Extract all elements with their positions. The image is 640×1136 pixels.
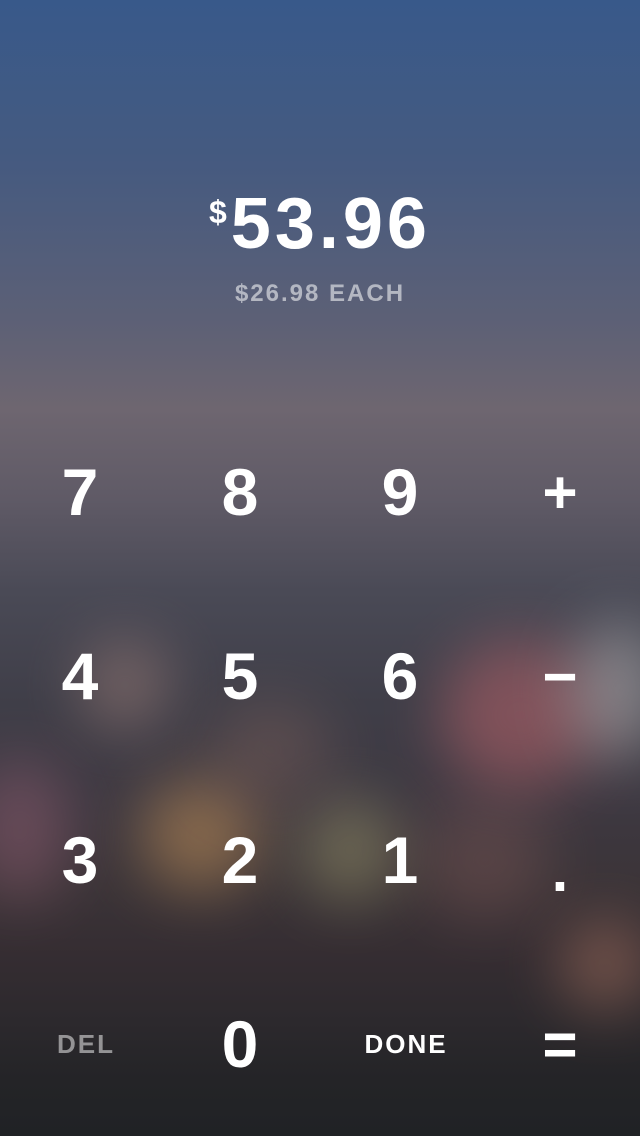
key-0[interactable]: 0 — [160, 952, 320, 1136]
key-5[interactable]: 5 — [160, 584, 320, 768]
currency-symbol: $ — [209, 194, 227, 230]
key-4[interactable]: 4 — [0, 584, 160, 768]
key-9[interactable]: 9 — [320, 400, 480, 584]
done-button[interactable]: DONE — [320, 952, 492, 1136]
key-6[interactable]: 6 — [320, 584, 480, 768]
amount-display: $ 53.96 $26.98 EACH — [0, 180, 640, 308]
per-person-amount: $26.98 EACH — [234, 280, 406, 307]
keypad: 7 8 9 + 4 5 6 − 3 2 1 . DEL 0 DONE = — [0, 400, 640, 1136]
key-2[interactable]: 2 — [160, 768, 320, 952]
key-decimal[interactable]: . — [480, 768, 640, 952]
key-minus[interactable]: − — [480, 584, 640, 768]
key-7[interactable]: 7 — [0, 400, 160, 584]
key-equals[interactable]: = — [480, 952, 640, 1136]
total-row: $ 53.96 — [209, 180, 431, 268]
delete-button[interactable]: DEL — [0, 952, 172, 1136]
key-plus[interactable]: + — [480, 400, 640, 584]
key-1[interactable]: 1 — [320, 768, 480, 952]
key-8[interactable]: 8 — [160, 400, 320, 584]
key-3[interactable]: 3 — [0, 768, 160, 952]
total-amount: 53.96 — [230, 184, 431, 264]
